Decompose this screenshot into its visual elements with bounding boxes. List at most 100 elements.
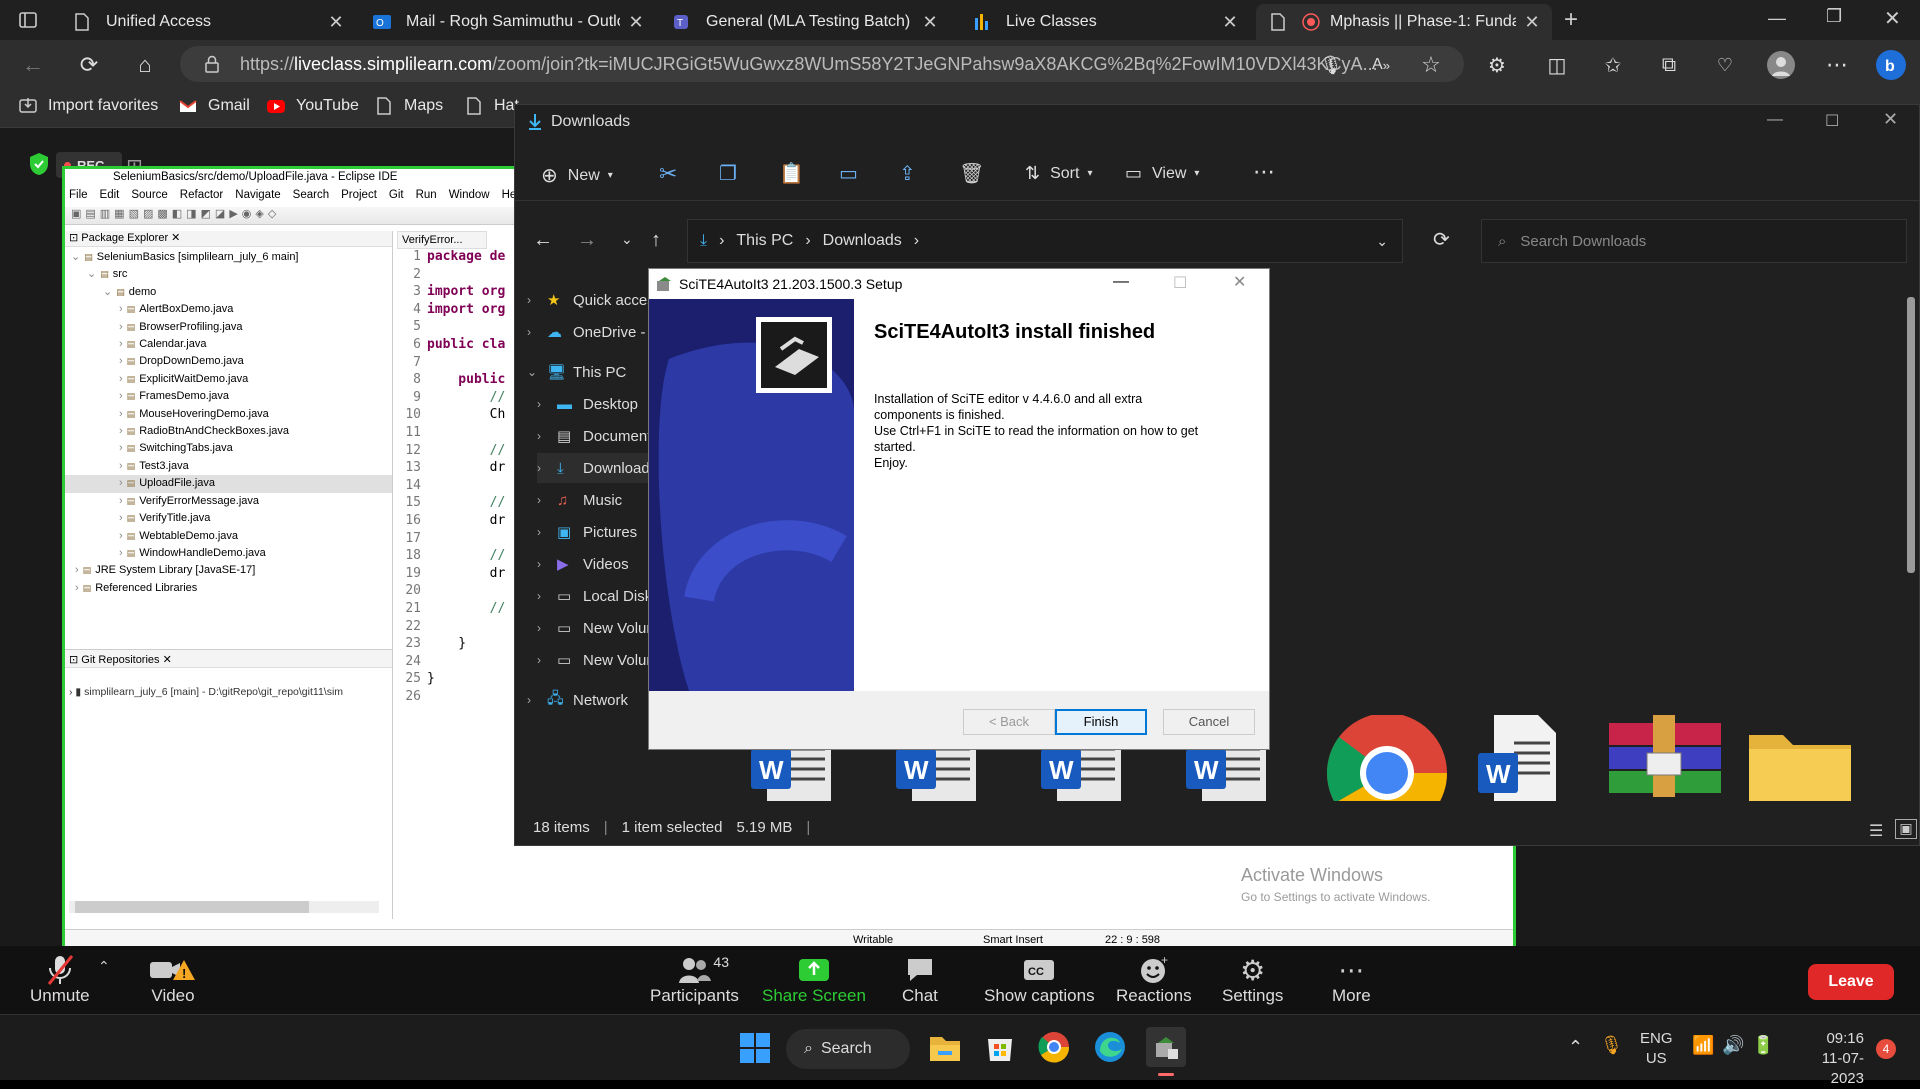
new-tab-button[interactable]: + — [1564, 6, 1578, 34]
chrome-icon[interactable] — [1038, 1031, 1070, 1063]
microphone-icon[interactable]: 🎙 — [1600, 1035, 1623, 1056]
more-button[interactable]: ⋯ More — [1332, 954, 1371, 1006]
tree-item[interactable]: ⌄ ▤ src — [65, 266, 392, 283]
view-button[interactable]: ▭ View ▾ — [1125, 163, 1199, 184]
tree-expand-icon[interactable]: › — [119, 460, 123, 472]
cut-icon[interactable]: ✂ — [659, 161, 677, 187]
tree-expand-icon[interactable]: ⌄ — [103, 286, 112, 298]
cancel-button[interactable]: Cancel — [1163, 709, 1255, 735]
menu-refactor[interactable]: Refactor — [180, 189, 223, 201]
tree-expand-icon[interactable]: › — [119, 530, 123, 542]
tree-item[interactable]: › ▤ VerifyErrorMessage.java — [65, 493, 392, 510]
tree-item[interactable]: ⌄ ▤ SeleniumBasics [simplilearn_july_6 mai… — [65, 249, 392, 266]
tab-teams[interactable]: T General (MLA Testing Batch) | Mi ✕ — [660, 4, 950, 40]
explorer-refresh-icon[interactable]: ⟳ — [1433, 227, 1450, 252]
dialog-close-button[interactable]: ✕ — [1233, 272, 1246, 292]
chevron-right-icon[interactable]: › — [537, 397, 553, 411]
git-repositories-tab[interactable]: ⊡ Git Repositories ✕ — [65, 650, 392, 668]
tree-expand-icon[interactable]: › — [119, 442, 123, 454]
tree-expand-icon[interactable]: › — [119, 477, 123, 489]
tree-expand-icon[interactable]: › — [119, 355, 123, 367]
participants-button[interactable]: 43 Participants — [650, 954, 739, 1006]
more-options-icon[interactable]: ⋯ — [1253, 159, 1275, 185]
chevron-right-icon[interactable]: › — [537, 557, 553, 571]
chat-button[interactable]: Chat — [902, 954, 938, 1006]
tree-item[interactable]: › ▤ AlertBoxDemo.java — [65, 301, 392, 318]
reactions-button[interactable]: + Reactions — [1116, 954, 1192, 1006]
tree-expand-icon[interactable]: › — [119, 512, 123, 524]
menu-git[interactable]: Git — [389, 189, 404, 201]
tree-expand-icon[interactable]: › — [119, 547, 123, 559]
avatar[interactable] — [1764, 48, 1798, 82]
tab-live-classes[interactable]: Live Classes ✕ — [960, 4, 1250, 40]
tree-item-selected[interactable]: › ▤ UploadFile.java — [65, 475, 392, 493]
wifi-icon[interactable]: 📶 — [1692, 1035, 1714, 1056]
refresh-icon[interactable]: ⟳ — [72, 48, 106, 82]
chevron-down-icon[interactable]: ⌄ — [1376, 233, 1388, 250]
tree-expand-icon[interactable]: ⌄ — [71, 251, 80, 263]
home-icon[interactable]: ⌂ — [128, 48, 162, 82]
volume-icon[interactable]: 🔊 — [1722, 1035, 1744, 1056]
tab-mail[interactable]: O Mail - Rogh Samimuthu - Outloo ✕ — [360, 4, 656, 40]
favorite-hat[interactable]: Hat — [464, 96, 519, 116]
dialog-minimize-button[interactable]: — — [1113, 273, 1129, 291]
close-icon[interactable]: ✕ — [922, 12, 938, 33]
menu-run[interactable]: Run — [416, 189, 437, 201]
chevron-right-icon[interactable]: › — [527, 693, 543, 707]
maximize-button[interactable]: ❐ — [1826, 6, 1842, 27]
chevron-right-icon[interactable]: › — [527, 325, 543, 339]
close-icon[interactable]: ✕ — [628, 12, 644, 33]
windows-start-icon[interactable] — [740, 1033, 770, 1063]
chevron-right-icon[interactable]: › — [537, 461, 553, 475]
explorer-forward-icon[interactable]: → — [577, 229, 597, 252]
setup-taskbar-icon[interactable] — [1146, 1027, 1186, 1067]
more-menu-icon[interactable]: ⋯ — [1820, 48, 1854, 82]
chrome-installer-icon[interactable] — [1325, 715, 1449, 801]
recent-locations-icon[interactable]: ⌄ — [621, 231, 633, 248]
settings-button[interactable]: ⚙ Settings — [1222, 954, 1283, 1006]
tree-item[interactable]: › ▤ MouseHoveringDemo.java — [65, 406, 392, 423]
menu-file[interactable]: File — [69, 189, 88, 201]
sort-button[interactable]: ⇅ Sort ▾ — [1025, 163, 1092, 184]
chevron-right-icon[interactable]: › — [537, 589, 553, 603]
audio-options-chevron-icon[interactable]: ⌃ — [98, 958, 110, 975]
vertical-scrollbar[interactable] — [1907, 297, 1915, 573]
tree-item[interactable]: › ▤ RadioBtnAndCheckBoxes.java — [65, 423, 392, 440]
favorite-youtube[interactable]: YouTube — [266, 96, 359, 116]
bing-icon[interactable]: b — [1874, 48, 1908, 82]
menu-navigate[interactable]: Navigate — [235, 189, 280, 201]
chevron-right-icon[interactable]: › — [537, 429, 553, 443]
tree-item[interactable]: › ▤ WindowHandleDemo.java — [65, 545, 392, 562]
favorite-maps[interactable]: Maps — [374, 96, 443, 116]
microsoft-store-icon[interactable] — [984, 1031, 1016, 1063]
editor-tab[interactable]: VerifyError... — [397, 231, 487, 249]
battery-icon[interactable]: 🔋 — [1752, 1035, 1774, 1056]
copy-icon[interactable]: ❐ — [719, 161, 737, 186]
tab-actions-icon[interactable] — [18, 10, 38, 30]
breadcrumb-this-pc[interactable]: This PC — [736, 232, 793, 250]
package-explorer-tab[interactable]: ⊡ Package Explorer ✕ — [65, 231, 392, 247]
tree-expand-icon[interactable]: › — [119, 303, 123, 315]
video-button[interactable]: ! Video — [148, 954, 198, 1006]
menu-source[interactable]: Source — [131, 189, 167, 201]
clock[interactable]: 09:16 11-07-2023 — [1790, 1029, 1864, 1089]
search-downloads-input[interactable]: ⌕ Search Downloads — [1481, 219, 1907, 263]
tree-expand-icon[interactable]: › — [75, 564, 79, 576]
microphone-icon[interactable]: 🎙 — [1314, 48, 1348, 82]
hidden-icons-chevron-icon[interactable]: ⌃ — [1568, 1037, 1583, 1058]
tree-expand-icon[interactable]: › — [119, 495, 123, 507]
minimize-button[interactable]: — — [1767, 111, 1783, 129]
notification-badge[interactable]: 4 — [1876, 1039, 1896, 1059]
tree-item[interactable]: › ▤ WebtableDemo.java — [65, 528, 392, 545]
show-captions-button[interactable]: CC Show captions — [984, 954, 1095, 1006]
tree-expand-icon[interactable]: › — [119, 321, 123, 333]
favorites-icon[interactable]: ✩ — [1596, 48, 1630, 82]
close-button[interactable]: ✕ — [1883, 109, 1898, 130]
tree-item[interactable]: › ▤ Test3.java — [65, 458, 392, 475]
menu-edit[interactable]: Edit — [100, 189, 120, 201]
read-aloud-icon[interactable]: A» — [1364, 48, 1398, 82]
tab-mphasis[interactable]: Mphasis || Phase-1: Fundam ✕ — [1256, 4, 1552, 40]
health-icon[interactable]: ♡ — [1708, 48, 1742, 82]
chevron-down-icon[interactable]: ⌄ — [527, 365, 543, 379]
share-icon[interactable]: ⇪ — [899, 161, 916, 186]
